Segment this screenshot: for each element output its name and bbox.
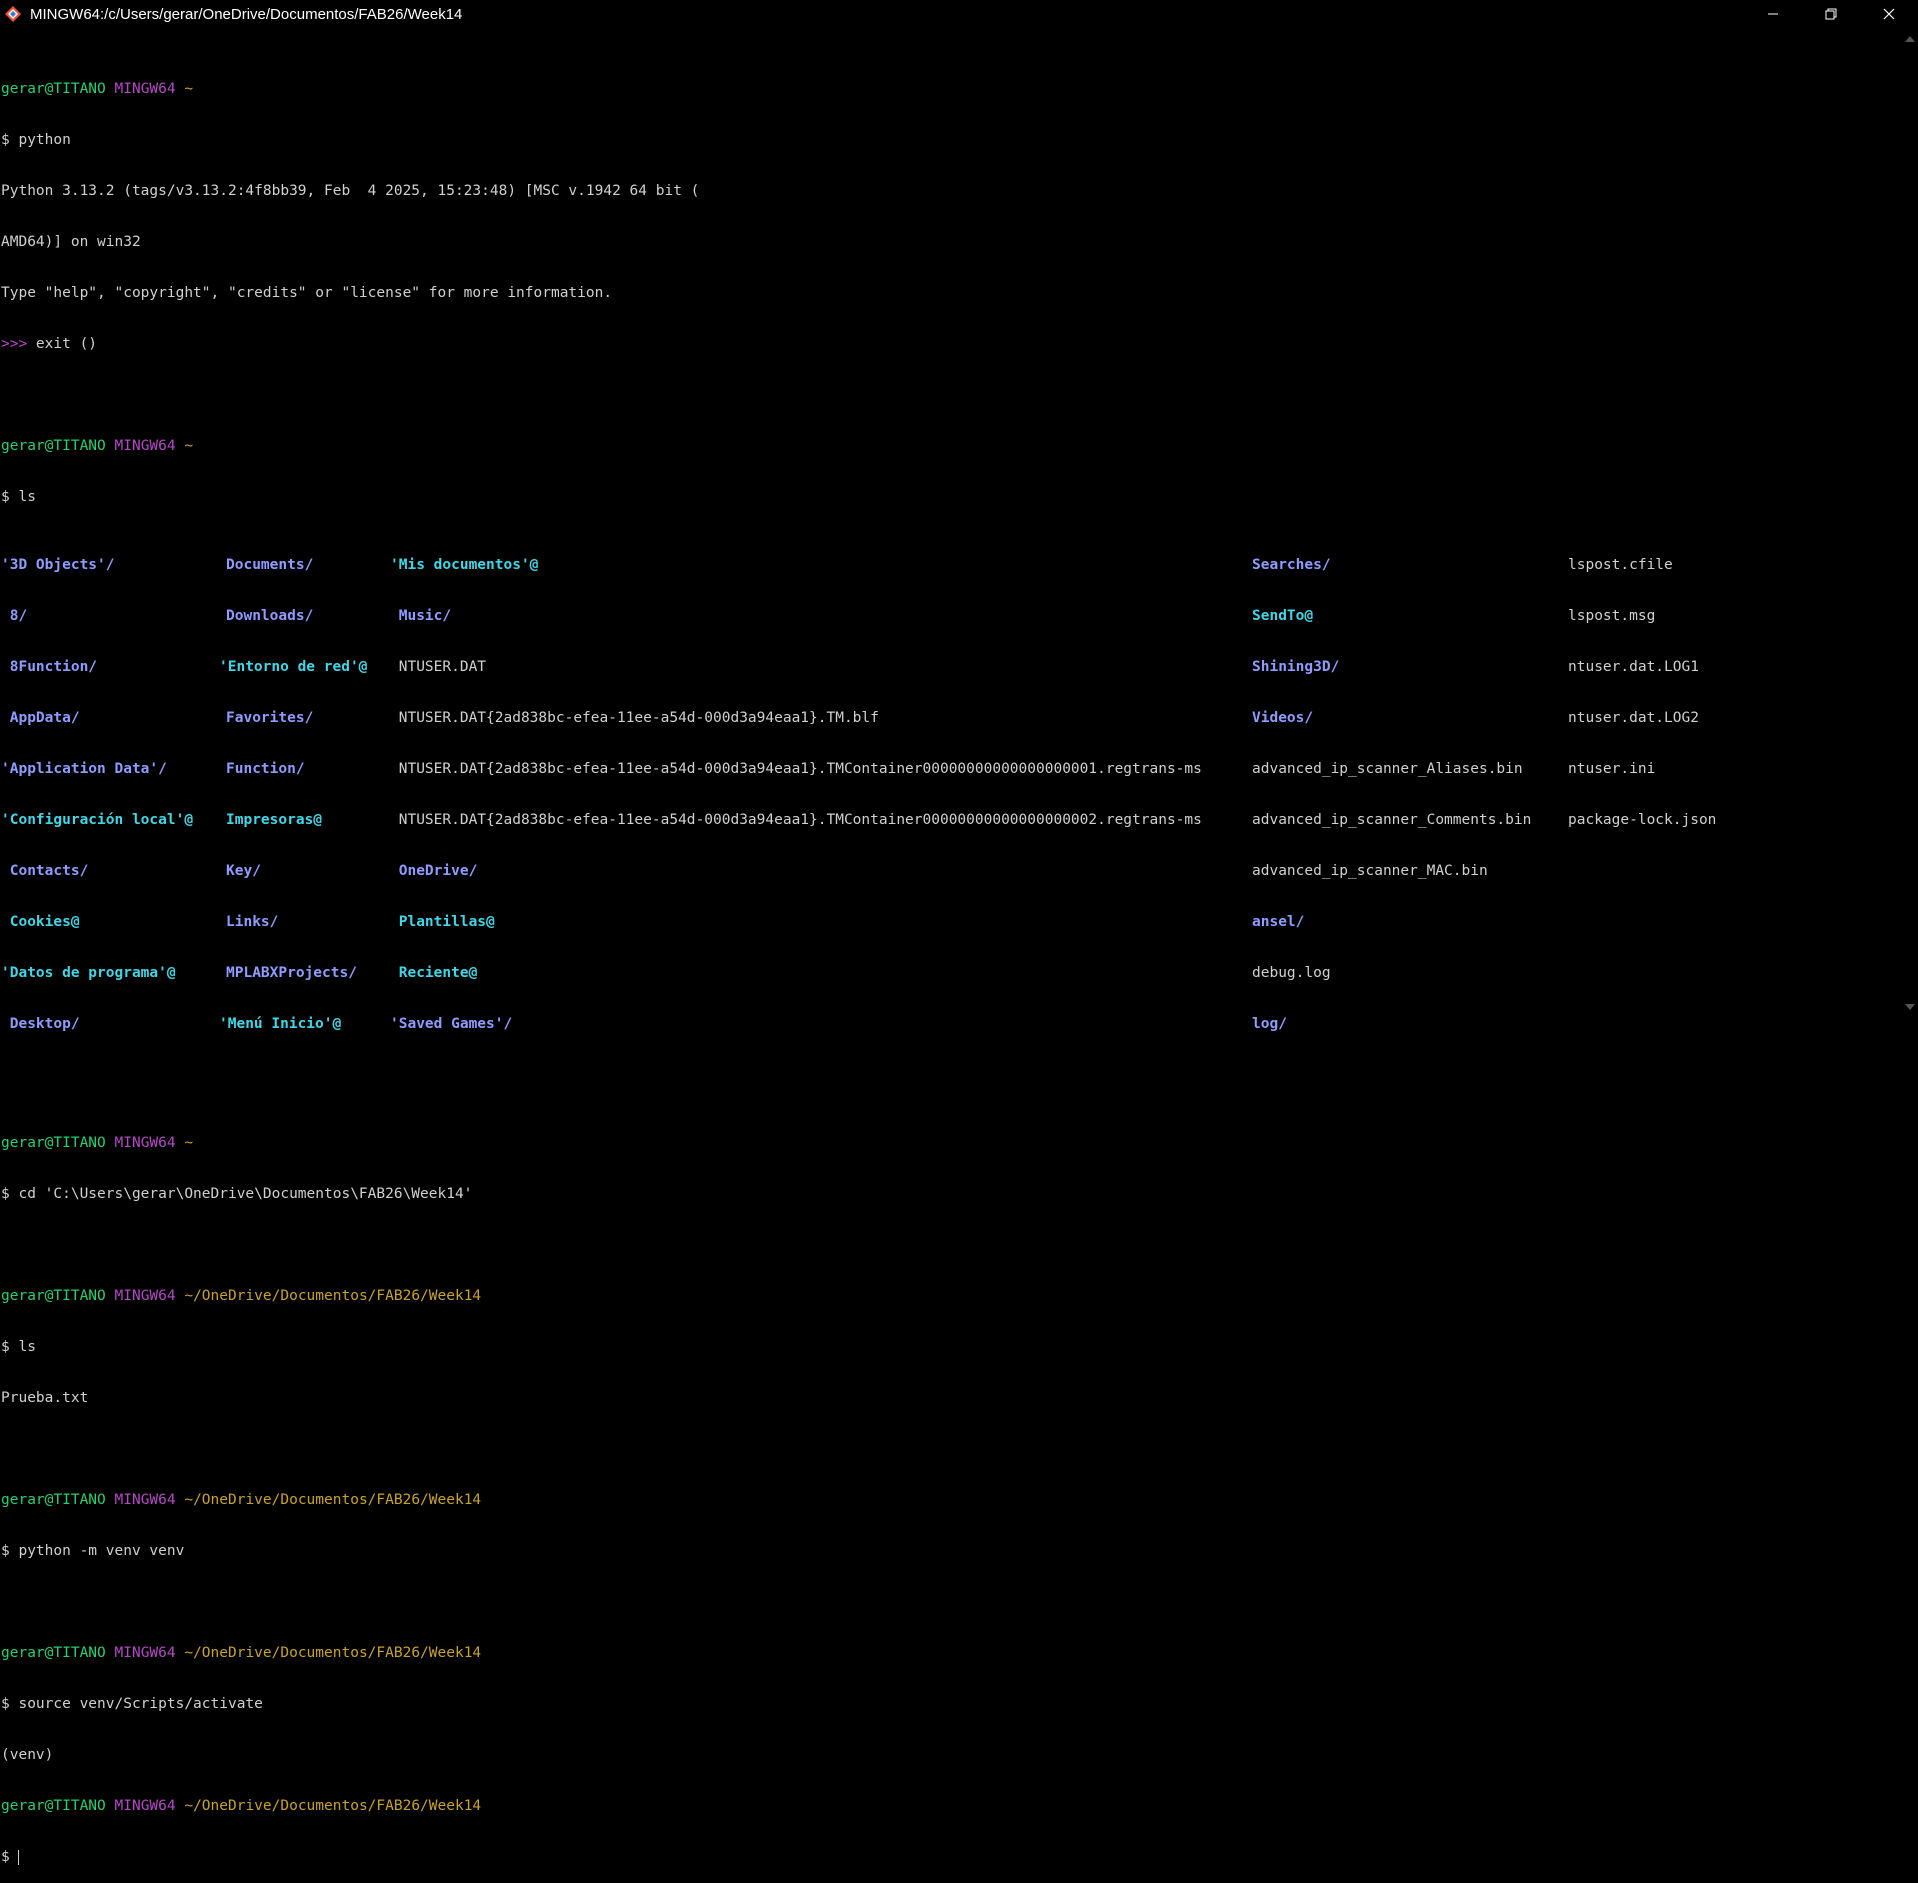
prompt-line: gerar@TITANO MINGW64 ~/OneDrive/Document… [1,1645,482,1661]
prompt-line: gerar@TITANO MINGW64 ~ [1,438,194,454]
input-line[interactable]: $ [1,1849,1901,1866]
prompt-line: gerar@TITANO MINGW64 ~/OneDrive/Document… [1,1798,482,1814]
ls-row: 'Configuración local'@ Impresoras@ NTUSER… [1,812,1717,828]
title-bar: MINGW64:/c/Users/gerar/OneDrive/Document… [0,0,1918,28]
output-line: Prueba.txt [1,1390,89,1406]
prompt-line: gerar@TITANO MINGW64 ~ [1,1135,194,1151]
command-line: $ ls [1,1339,36,1355]
restore-icon [1825,8,1837,20]
prompt-line: gerar@TITANO MINGW64 ~ [1,81,194,97]
ls-row: AppData/Favorites/ NTUSER.DAT{2ad838bc-e… [1,710,1699,726]
git-bash-icon [4,5,22,23]
ls-row: Cookies@ Links/ Plantillas@ ansel/ [1,914,1305,930]
command-line: $ source venv/Scripts/activate [1,1696,263,1712]
ls-row: '3D Objects'/Documents/'Mis documentos'@… [1,557,1673,573]
command-line: $ cd 'C:\Users\gerar\OneDrive\Documentos… [1,1186,473,1202]
ls-row: 'Application Data'/Function/ NTUSER.DAT{… [1,761,1656,777]
output-line: Type "help", "copyright", "credits" or "… [1,285,613,301]
prompt-line: gerar@TITANO MINGW64 ~/OneDrive/Document… [1,1492,482,1508]
scroll-up-icon[interactable] [1905,36,1915,42]
prompt-line: gerar@TITANO MINGW64 ~/OneDrive/Document… [1,1288,482,1304]
ls-row: Desktop/'Menú Inicio'@ 'Saved Games'/log/ [1,1016,1287,1032]
python-repl-line: >>> exit () [1,336,98,352]
ls-row: Contacts/Key/ OneDrive/advanced_ip_scann… [1,863,1488,879]
command-line: $ python [1,132,71,148]
maximize-button[interactable] [1802,0,1860,28]
venv-indicator: (venv) [1,1747,54,1763]
text-cursor [18,1849,20,1865]
output-line: Python 3.13.2 (tags/v3.13.2:4f8bb39, Feb… [1,183,700,199]
command-line: $ python -m venv venv [1,1543,185,1559]
ls-row: 'Datos de programa'@ MPLABXProjects/ Reci… [1,965,1331,981]
close-button[interactable] [1860,0,1918,28]
minimize-button[interactable] [1744,0,1802,28]
terminal-output[interactable]: gerar@TITANO MINGW64 ~ $ python Python 3… [1,47,1901,1883]
command-line: $ ls [1,489,36,505]
scroll-down-icon[interactable] [1905,1004,1915,1010]
vertical-scrollbar[interactable] [1901,28,1918,1012]
minimize-icon [1768,13,1778,15]
output-line: AMD64)] on win32 [1,234,141,250]
ls-row: 8Function/'Entorno de red'@ NTUSER.DAT Sh… [1,659,1699,675]
window-title: MINGW64:/c/Users/gerar/OneDrive/Document… [30,5,463,23]
close-icon [1883,8,1895,20]
ls-row: 8/Downloads/ Music/SendTo@ lspost.msg [1,608,1656,624]
window-controls [1744,0,1918,28]
